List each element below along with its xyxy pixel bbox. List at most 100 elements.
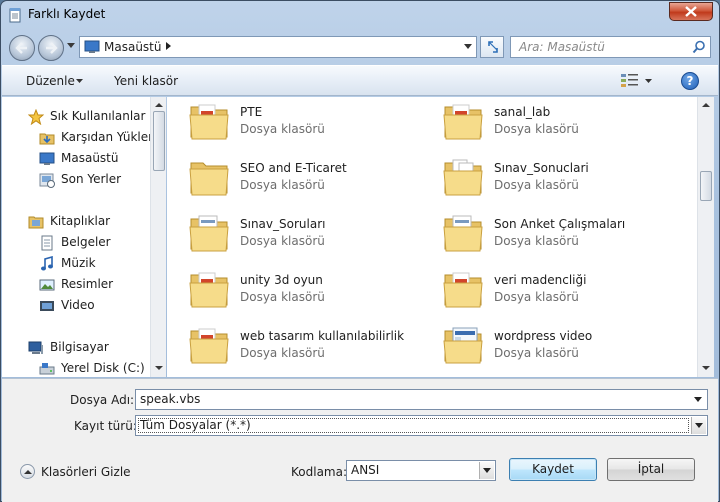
folder-item[interactable]: wordpress video Dosya klasörü — [421, 321, 671, 373]
scroll-up-icon[interactable] — [701, 100, 711, 110]
address-location[interactable]: Masaüstü — [104, 40, 161, 54]
nav-pictures[interactable]: Resimler — [2, 274, 150, 295]
nav-music[interactable]: Müzik — [2, 253, 150, 274]
nav-item-label: Kitaplıklar — [50, 214, 111, 228]
filename-field[interactable]: speak.vbs — [135, 389, 708, 410]
downloads-folder-icon — [39, 133, 55, 145]
folder-icon — [443, 159, 483, 196]
scroll-down-icon[interactable] — [154, 363, 164, 373]
file-type: Dosya klasörü — [494, 234, 579, 248]
help-button[interactable]: ? — [681, 72, 699, 90]
file-name: web tasarım kullanılabilirlik — [240, 329, 405, 343]
hide-folders-button[interactable] — [20, 464, 35, 479]
scroll-up-icon[interactable] — [154, 100, 164, 110]
file-name: unity 3d oyun — [240, 273, 323, 287]
file-type: Dosya klasörü — [494, 122, 579, 136]
save-form: Dosya Adı: speak.vbs Kayıt türü: Tüm Dos… — [2, 378, 718, 502]
filename-dropdown[interactable] — [691, 391, 706, 408]
view-dropdown-icon[interactable] — [645, 79, 652, 83]
nav-item-label: Masaüstü — [61, 151, 119, 165]
new-folder-button[interactable]: Yeni klasör — [114, 74, 178, 88]
search-icon[interactable] — [692, 40, 706, 54]
nav-local-disk[interactable]: Yerel Disk (C:) — [2, 358, 150, 377]
cancel-button[interactable]: İptal — [607, 458, 695, 481]
nav-item-label: Müzik — [61, 256, 96, 270]
address-dropdown-icon[interactable] — [464, 44, 472, 49]
folder-icon — [443, 104, 483, 140]
folder-item[interactable]: unity 3d oyun Dosya klasörü — [167, 265, 417, 317]
filetype-select[interactable]: Tüm Dosyalar (*.*) — [135, 415, 708, 436]
window-title: Farklı Kaydet — [28, 7, 106, 21]
nav-documents[interactable]: Belgeler — [2, 232, 150, 253]
file-name: sanal_lab — [494, 105, 551, 119]
notepad-icon — [7, 7, 23, 23]
nav-item-label: Karşıdan Yüklem — [61, 130, 150, 144]
encoding-value: ANSI — [351, 463, 380, 477]
recent-pages-dropdown-icon[interactable] — [67, 43, 75, 48]
desktop-icon — [84, 40, 100, 53]
search-input[interactable]: Ara: Masaüstü — [519, 40, 605, 54]
libraries-icon — [28, 216, 44, 229]
filetype-label: Kayıt türü: — [74, 419, 137, 433]
file-name: Son Anket Çalışmaları — [494, 217, 626, 231]
hide-folders-label[interactable]: Klasörleri Gizle — [41, 465, 131, 479]
folder-item[interactable]: Sınav_Soruları Dosya klasörü — [167, 209, 417, 261]
nav-computer[interactable]: Bilgisayar — [2, 337, 150, 358]
encoding-label: Kodlama: — [291, 465, 348, 479]
folder-item[interactable]: SEO and E-Ticaret Dosya klasörü — [167, 153, 417, 205]
folder-item[interactable]: sanal_lab Dosya klasörü — [421, 97, 671, 149]
address-bar[interactable]: Masaüstü — [79, 36, 477, 58]
folder-item[interactable]: Sınav_Sonuclari Dosya klasörü — [421, 153, 671, 205]
close-icon — [685, 6, 697, 17]
organize-button[interactable]: Düzenle — [26, 74, 75, 88]
file-list-scrollbar[interactable] — [697, 97, 714, 377]
filename-value[interactable]: speak.vbs — [140, 392, 200, 406]
forward-button[interactable] — [38, 35, 64, 61]
encoding-dropdown[interactable] — [479, 462, 494, 479]
save-button[interactable]: Kaydet — [509, 458, 597, 481]
computer-icon — [28, 341, 43, 354]
chevron-right-icon[interactable] — [166, 42, 171, 50]
folder-icon — [189, 328, 229, 364]
forward-arrow-icon — [46, 42, 58, 54]
navigation-pane: Sık Kullanılanlar Karşıdan Yüklem Masaüs… — [2, 97, 150, 377]
back-button[interactable] — [9, 35, 35, 61]
folder-icon — [189, 272, 229, 308]
nav-pane-scrollbar[interactable] — [150, 97, 166, 377]
file-type: Dosya klasörü — [240, 178, 325, 192]
nav-favorites[interactable]: Sık Kullanılanlar — [2, 106, 150, 127]
folder-item[interactable]: PTE Dosya klasörü — [167, 97, 417, 149]
save-as-dialog: Farklı Kaydet Masaüstü Ara: Masaüstü Düz… — [0, 0, 720, 502]
folder-icon — [443, 272, 483, 308]
file-name: Sınav_Sonuclari — [494, 161, 589, 175]
chevron-down-icon — [694, 397, 702, 402]
nav-video[interactable]: Video — [2, 295, 150, 316]
filename-label: Dosya Adı: — [70, 393, 135, 407]
nav-downloads[interactable]: Karşıdan Yüklem — [2, 127, 150, 148]
encoding-select[interactable]: ANSI — [346, 460, 496, 481]
file-type: Dosya klasörü — [494, 346, 579, 360]
file-type: Dosya klasörü — [240, 290, 325, 304]
disk-icon — [39, 363, 55, 375]
search-box[interactable]: Ara: Masaüstü — [510, 36, 711, 58]
scroll-down-icon[interactable] — [701, 363, 711, 373]
nav-libraries[interactable]: Kitaplıklar — [2, 211, 150, 232]
close-button[interactable] — [669, 2, 713, 21]
title-bar[interactable]: Farklı Kaydet — [1, 1, 719, 29]
nav-scroll-thumb[interactable] — [153, 111, 165, 171]
refresh-icon — [488, 41, 498, 53]
nav-desktop[interactable]: Masaüstü — [2, 148, 150, 169]
folder-item[interactable]: web tasarım kullanılabilirlik Dosya klas… — [167, 321, 417, 373]
filetype-dropdown[interactable] — [691, 417, 706, 434]
folder-icon — [443, 215, 483, 252]
nav-item-label: Bilgisayar — [50, 340, 109, 354]
organize-dropdown-icon[interactable] — [76, 79, 83, 83]
folder-item[interactable]: veri madencliği Dosya klasörü — [421, 265, 671, 317]
file-list-scroll-thumb[interactable] — [700, 171, 712, 201]
folder-item[interactable]: Son Anket Çalışmaları Dosya klasörü — [421, 209, 671, 261]
refresh-button[interactable] — [480, 36, 504, 58]
view-options-icon[interactable] — [621, 74, 639, 88]
nav-recent-places[interactable]: Son Yerler — [2, 169, 150, 190]
file-name: SEO and E-Ticaret — [240, 161, 347, 175]
file-type: Dosya klasörü — [494, 290, 579, 304]
